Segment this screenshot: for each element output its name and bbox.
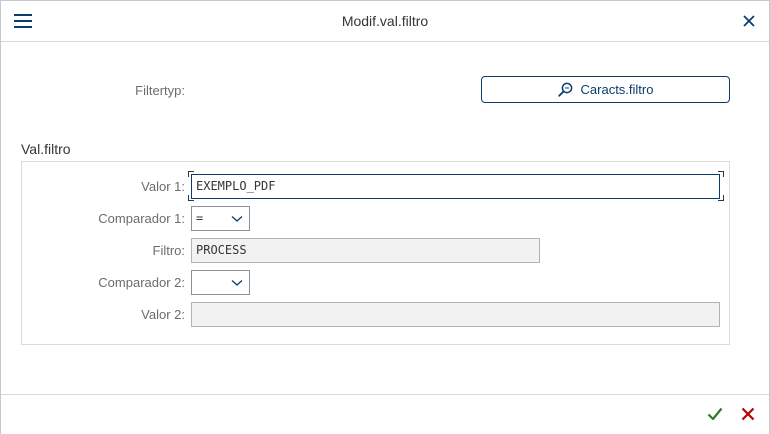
comparador1-value: =: [196, 211, 204, 225]
valor2-label: Valor 2:: [141, 307, 185, 322]
valor1-input[interactable]: EXEMPLO_PDF: [191, 174, 720, 199]
comparador2-select[interactable]: [191, 270, 250, 295]
comparador2-label: Comparador 2:: [98, 275, 185, 290]
focus-corner-br: [718, 195, 724, 201]
search-icon: [557, 82, 572, 97]
filter-type-label: Filtertyp:: [135, 83, 185, 98]
chevron-down-icon: [231, 216, 243, 222]
checkmark-icon[interactable]: [707, 406, 723, 422]
filter-characteristics-button-label: Caracts.filtro: [580, 82, 654, 97]
dialog-footer: [1, 394, 769, 434]
chevron-down-icon: [231, 280, 243, 286]
hamburger-menu-icon[interactable]: [13, 13, 33, 29]
filtro-label: Filtro:: [152, 243, 186, 258]
dialog-header: Modif.val.filtro: [1, 1, 769, 42]
filtro-field: PROCESS: [191, 238, 540, 263]
focus-corner-bl: [188, 195, 194, 201]
comparador1-select[interactable]: =: [191, 206, 250, 231]
filter-characteristics-button[interactable]: Caracts.filtro: [481, 76, 730, 103]
filter-value-dialog: Modif.val.filtro Filtertyp: Caracts.filt…: [0, 0, 770, 434]
valor1-label: Valor 1:: [141, 179, 185, 194]
focus-corner-tr: [718, 171, 724, 177]
dialog-title: Modif.val.filtro: [341, 13, 429, 29]
cancel-icon[interactable]: [741, 407, 755, 421]
close-icon[interactable]: [743, 15, 755, 27]
comparador1-label: Comparador 1:: [98, 211, 185, 226]
focus-corner-tl: [188, 171, 194, 177]
valor2-field: [191, 302, 720, 327]
filter-values-section-title: Val.filtro: [21, 141, 71, 157]
